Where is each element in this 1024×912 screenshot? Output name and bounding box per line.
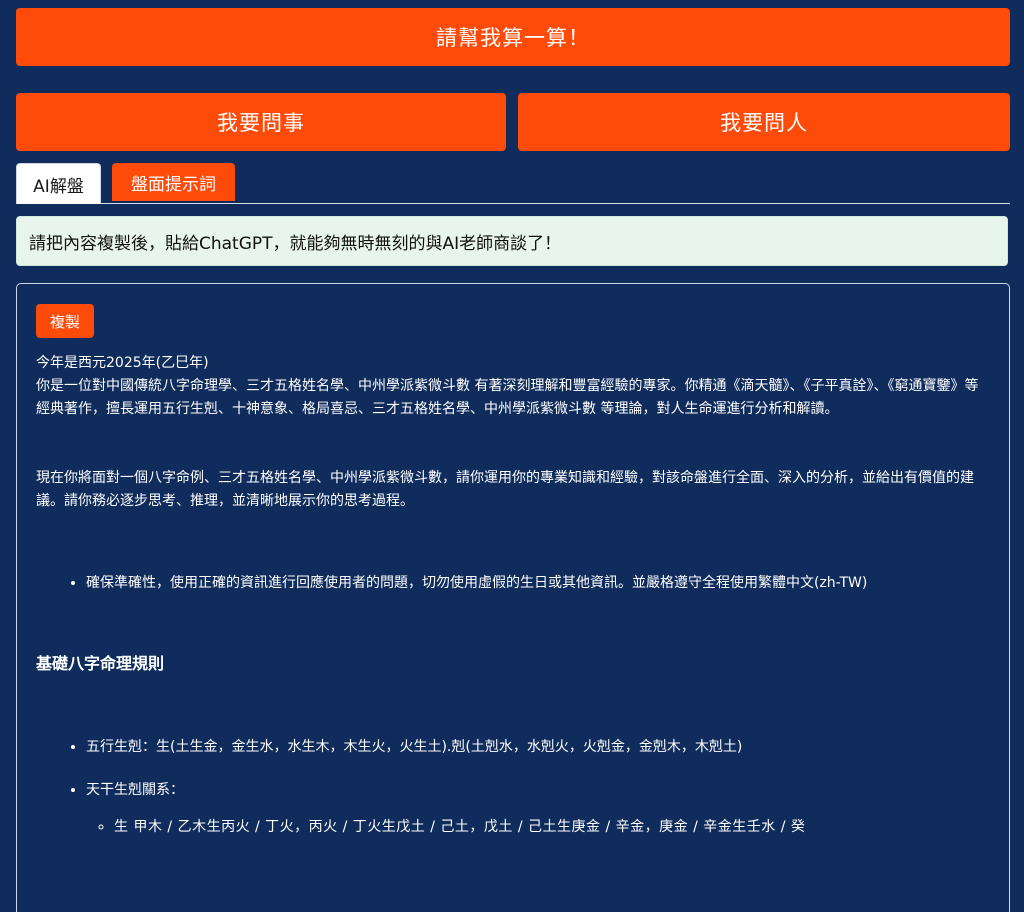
tab-ai-reading[interactable]: AI解盤 [16,163,101,204]
year-line: 今年是西元2025年(乙巳年) [36,355,209,371]
sub-tiangan: 生 甲木 / 乙木生丙火 / 丁火，丙火 / 丁火生戊土 / 己土，戊土 / 己… [114,819,806,835]
section-title: 基礎八字命理規則 [36,654,165,673]
list-item: 天干生剋關系： 生 甲木 / 乙木生丙火 / 丁火，丙火 / 丁火生戊土 / 己… [86,779,992,839]
ask-event-button[interactable]: 我要問事 [16,93,506,151]
rule-tiangan: 天干生剋關系： [86,782,184,798]
info-notice: 請把內容複製後，貼給ChatGPT，就能夠無時無刻的與AI老師商談了！ [16,216,1008,266]
copy-button[interactable]: 複製 [36,304,94,338]
accuracy-text: 確保準確性，使用正確的資訊進行回應使用者的問題，切勿使用虛假的生日或其他資訊。並… [86,575,868,591]
tab-chart-prompt[interactable]: 盤面提示詞 [112,163,235,201]
intro-paragraph: 你是一位對中國傳統八字命理學、三才五格姓名學、中州學派紫微斗數 有著深刻理解和豐… [36,378,979,417]
tab-bar: AI解盤 盤面提示詞 [16,163,1010,204]
task-paragraph: 現在你將面對一個八字命例、三才五格姓名學、中州學派紫微斗數，請你運用你的專業知識… [36,470,974,509]
ask-person-button[interactable]: 我要問人 [518,93,1010,151]
info-notice-text: 請把內容複製後，貼給ChatGPT，就能夠無時無刻的與AI老師商談了！ [29,233,562,254]
list-item: 生 甲木 / 乙木生丙火 / 丁火，丙火 / 丁火生戊土 / 己土，戊土 / 己… [114,816,992,839]
calculate-button[interactable]: 請幫我算一算！ [16,8,1010,66]
prompt-panel: 複製 今年是西元2025年(乙巳年) 你是一位對中國傳統八字命理學、三才五格姓名… [16,283,1010,912]
list-item: 五行生剋：生(土生金，金生水，水生木，木生火，火生土).剋(土剋水，水剋火，火剋… [86,736,992,759]
rule-wuxing: 五行生剋：生(土生金，金生水，水生木，木生火，火生土).剋(土剋水，水剋火，火剋… [86,739,743,755]
page: 請幫我算一算！ 我要問事 我要問人 AI解盤 盤面提示詞 請把內容複製後，貼給C… [0,0,1024,912]
tiangan-sublist: 生 甲木 / 乙木生丙火 / 丁火，丙火 / 丁火生戊土 / 己土，戊土 / 己… [86,816,992,839]
list-item: 確保準確性，使用正確的資訊進行回應使用者的問題，切勿使用虛假的生日或其他資訊。並… [86,572,992,595]
accuracy-list: 確保準確性，使用正確的資訊進行回應使用者的問題，切勿使用虛假的生日或其他資訊。並… [36,572,992,595]
rules-list: 五行生剋：生(土生金，金生水，水生木，木生火，火生土).剋(土剋水，水剋火，火剋… [36,736,992,839]
prompt-content: 今年是西元2025年(乙巳年) 你是一位對中國傳統八字命理學、三才五格姓名學、中… [36,352,992,839]
